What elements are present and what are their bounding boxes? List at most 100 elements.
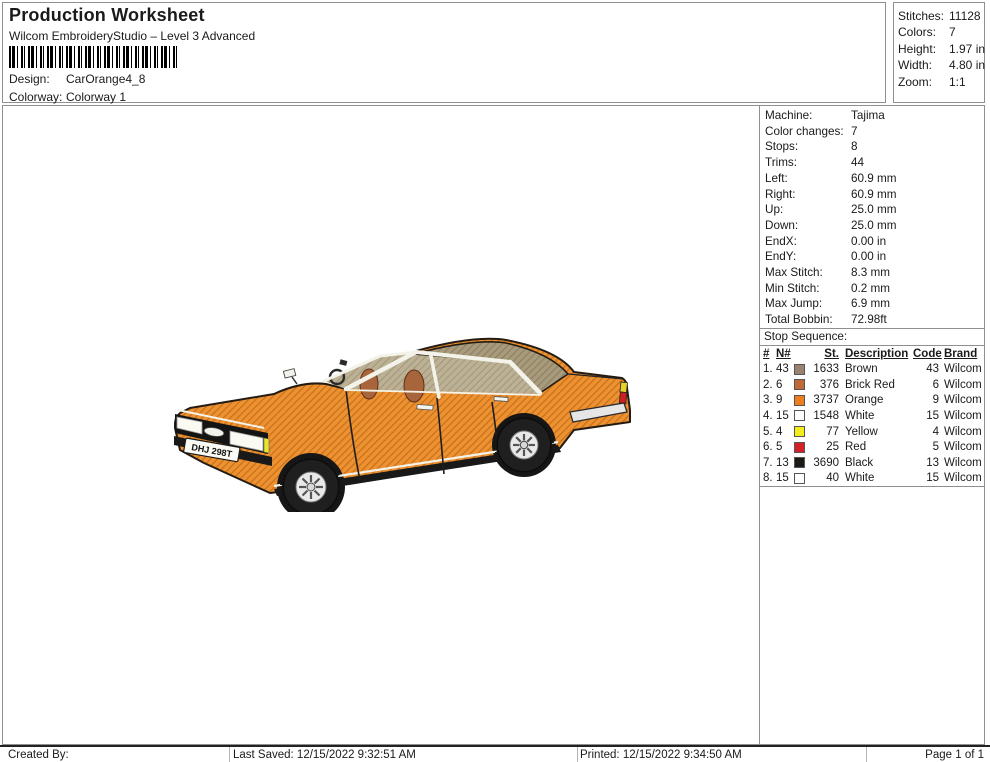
machine-info-row: Right: 60.9 mm [760, 187, 985, 203]
machine-info-list: Machine: Tajima Color changes: 7 Stops: … [760, 106, 985, 328]
machine-info-row: Trims: 44 [760, 155, 985, 171]
machine-info-row: Down: 25.0 mm [760, 218, 985, 234]
thread-color-swatch [794, 379, 805, 390]
stop-sequence-row: 2. 6 376 Brick Red 6 Wilcom [760, 377, 985, 393]
thread-description: Brown [839, 363, 913, 375]
machine-info-row: Max Jump: 6.9 mm [760, 296, 985, 312]
page-title: Production Worksheet [9, 5, 205, 26]
stop-number: 7. [763, 457, 776, 469]
machine-info-value: 72.98ft [851, 312, 887, 328]
needle-number: 4 [776, 426, 794, 438]
page-indicator: Page 1 of 1 [867, 747, 990, 762]
front-indicator [264, 438, 269, 453]
stop-sequence-row: 4. 15 1548 White 15 Wilcom [760, 408, 985, 424]
summary-label: Colors: [898, 24, 949, 40]
door-handle-front [417, 404, 433, 410]
side-mirror [283, 369, 297, 384]
stitch-count: 376 [809, 379, 839, 391]
machine-info-label: Left: [765, 171, 851, 187]
thread-brand: Wilcom [939, 441, 982, 453]
machine-info-row: Color changes: 7 [760, 124, 985, 140]
summary-row: Stitches: 11128 [898, 8, 984, 24]
thread-code: 6 [913, 379, 939, 391]
machine-info-value: 8 [851, 139, 858, 155]
stop-number: 1. [763, 363, 776, 375]
last-saved: Last Saved: 12/15/2022 9:32:51 AM [230, 747, 578, 762]
thread-code: 5 [913, 441, 939, 453]
thread-description: White [839, 472, 913, 484]
summary-label: Height: [898, 41, 949, 57]
col-code: Code [913, 348, 942, 360]
thread-description: Red [839, 441, 913, 453]
production-worksheet-page: Production Worksheet Wilcom EmbroiderySt… [0, 0, 990, 762]
machine-info-value: 0.00 in [851, 249, 886, 265]
summary-row: Colors: 7 [898, 24, 984, 40]
machine-info-panel: Machine: Tajima Color changes: 7 Stops: … [759, 106, 985, 744]
col-brand: Brand [944, 348, 977, 360]
machine-info-label: Machine: [765, 108, 851, 124]
machine-info-label: Right: [765, 187, 851, 203]
machine-info-label: Stops: [765, 139, 851, 155]
summary-row: Zoom: 1:1 [898, 74, 984, 90]
stitch-count: 40 [809, 472, 839, 484]
stitch-count: 77 [809, 426, 839, 438]
thread-brand: Wilcom [939, 363, 982, 375]
summary-label: Width: [898, 57, 949, 73]
thread-code: 43 [913, 363, 939, 375]
embroidered-car-image: DHJ 298T [174, 332, 632, 512]
header-box: Production Worksheet Wilcom EmbroiderySt… [2, 2, 886, 103]
colorway-label: Colorway: [9, 90, 66, 104]
machine-info-value: 6.9 mm [851, 296, 890, 312]
thread-description: Black [839, 457, 913, 469]
machine-info-row: Machine: Tajima [760, 108, 985, 124]
thread-code: 13 [913, 457, 939, 469]
needle-number: 15 [776, 410, 794, 422]
machine-info-label: EndY: [765, 249, 851, 265]
stop-number: 2. [763, 379, 776, 391]
front-wheel [282, 458, 341, 513]
colorway-row: Colorway: Colorway 1 [9, 90, 126, 104]
summary-label: Zoom: [898, 74, 949, 90]
stop-sequence-row: 5. 4 77 Yellow 4 Wilcom [760, 424, 985, 440]
app-subtitle: Wilcom EmbroideryStudio – Level 3 Advanc… [9, 29, 255, 43]
worksheet-main-box: DHJ 298T [2, 105, 985, 745]
summary-value: 1.97 in [949, 41, 985, 57]
stop-sequence-title: Stop Sequence: [760, 329, 985, 345]
rear-seat [404, 370, 424, 402]
stitch-count: 1633 [809, 363, 839, 375]
needle-number: 15 [776, 472, 794, 484]
machine-info-value: 60.9 mm [851, 171, 896, 187]
machine-info-value: 44 [851, 155, 864, 171]
machine-info-value: 7 [851, 124, 858, 140]
stitch-count: 3690 [809, 457, 839, 469]
machine-info-label: Trims: [765, 155, 851, 171]
thread-color-swatch [794, 473, 805, 484]
col-n: N# [776, 348, 791, 360]
thread-description: White [839, 410, 913, 422]
thread-color-swatch [794, 442, 805, 453]
stop-sequence-row: 7. 13 3690 Black 13 Wilcom [760, 455, 985, 471]
thread-brand: Wilcom [939, 394, 982, 406]
thread-color-swatch [794, 364, 805, 375]
machine-info-label: Total Bobbin: [765, 312, 851, 328]
stop-number: 8. [763, 472, 776, 484]
machine-info-value: 25.0 mm [851, 202, 896, 218]
design-barcode [9, 46, 179, 68]
divider [760, 486, 985, 487]
machine-info-row: Stops: 8 [760, 139, 985, 155]
needle-number: 43 [776, 363, 794, 375]
thread-color-swatch [794, 410, 805, 421]
needle-number: 6 [776, 379, 794, 391]
needle-number: 13 [776, 457, 794, 469]
summary-label: Stitches: [898, 8, 949, 24]
machine-info-label: Min Stitch: [765, 281, 851, 297]
col-st: St. [824, 348, 839, 360]
colorway-value: Colorway 1 [66, 90, 126, 104]
machine-info-label: Max Jump: [765, 296, 851, 312]
machine-info-label: Color changes: [765, 124, 851, 140]
needle-number: 9 [776, 394, 794, 406]
thread-description: Yellow [839, 426, 913, 438]
stop-number: 4. [763, 410, 776, 422]
stop-sequence-header: # N# St. Description Code Brand [760, 346, 985, 362]
thread-code: 9 [913, 394, 939, 406]
